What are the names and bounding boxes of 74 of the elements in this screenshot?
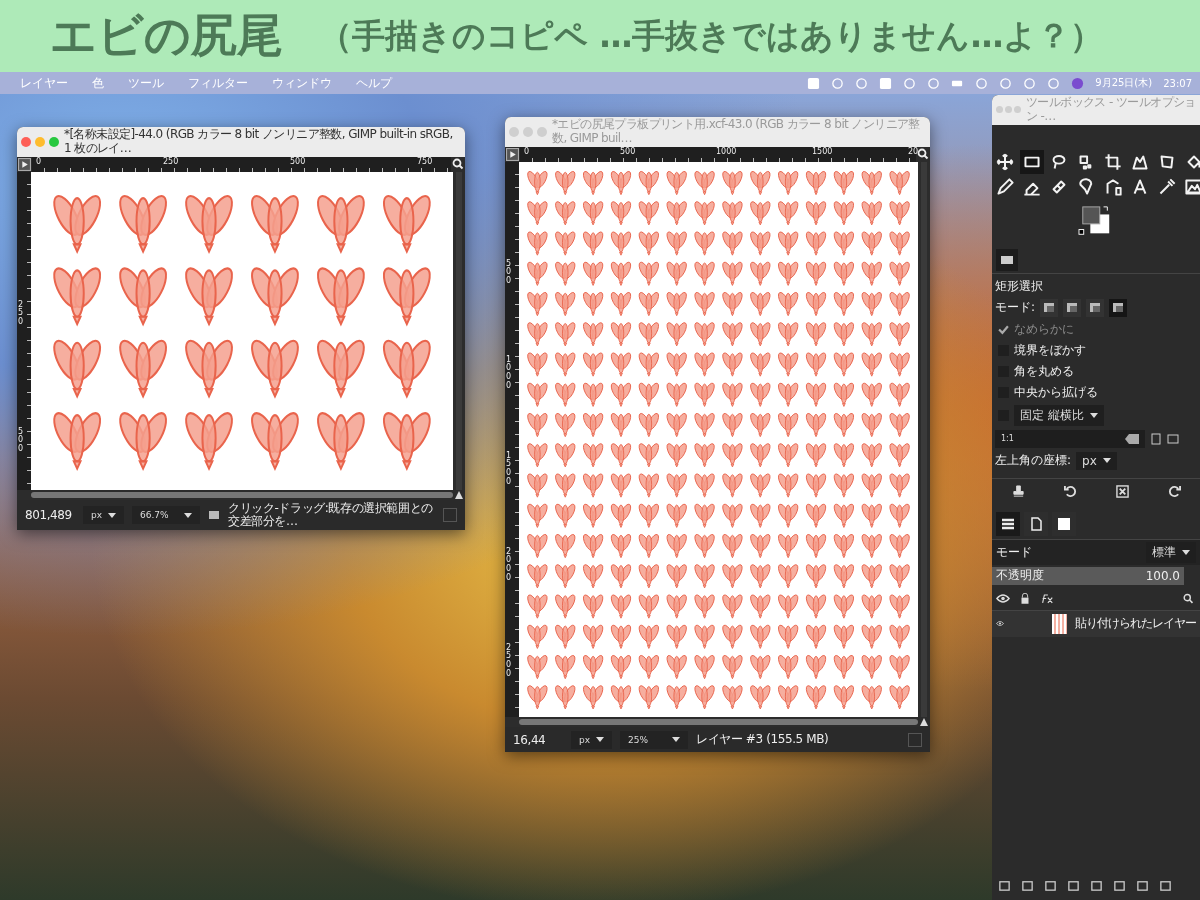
ruler-label: 500 [506, 259, 513, 286]
orb-icon[interactable] [1071, 76, 1085, 90]
selection-mode-icon[interactable] [1063, 298, 1082, 317]
selection-mode-icon[interactable] [1086, 298, 1105, 317]
vertical-scrollbar[interactable] [453, 171, 465, 490]
mode-label: モード: [995, 299, 1036, 317]
unit-dropdown[interactable]: px [1076, 451, 1117, 470]
banner-subtitle: （手描きのコピペ …手抜きではありません…よ？） [319, 14, 1104, 57]
clear-icon[interactable] [1125, 433, 1139, 444]
ruler-label: 250 [163, 156, 179, 167]
layer-row[interactable]: 貼り付けられたレイヤー [992, 610, 1200, 637]
opacity-value: 100.0 [1145, 568, 1180, 583]
banner-title: エビの尻尾 [50, 7, 283, 64]
window-title: *[名称未設定]-44.0 (RGB カラー 8 bit ノンリニア整数, GIMP built-in sRGB, 1 枚のレイ… [64, 128, 454, 156]
triangle-icon[interactable] [453, 490, 465, 500]
window-title: ツールボックス - ツールオプション -… [1026, 96, 1196, 124]
zoom-dropdown[interactable]: 25% [620, 730, 689, 749]
landscape-icon[interactable] [1167, 432, 1179, 445]
ruler-label: 1500 [812, 146, 833, 157]
horizontal-scrollbar[interactable] [519, 719, 918, 725]
ruler-label: 1000 [506, 355, 513, 391]
effects-icon[interactable] [1040, 592, 1054, 604]
close-button[interactable] [21, 136, 31, 147]
layer-mode-dropdown[interactable]: 標準 [1146, 541, 1196, 563]
vertical-scrollbar[interactable] [918, 161, 930, 717]
fixed-dropdown[interactable]: 固定 縦横比 [1014, 404, 1104, 426]
ruler-label: 500 [18, 427, 25, 454]
menu-arrow-button[interactable] [506, 147, 519, 161]
save-stamp-icon[interactable] [1011, 484, 1025, 498]
checkbox-label: 境界をぼかす [1014, 341, 1086, 359]
layer-mode-label: モード [996, 543, 1032, 561]
ruler-label: 1500 [506, 451, 513, 487]
ruler-label: 1000 [716, 146, 737, 157]
tool-options-title: 矩形選択 [995, 277, 1044, 295]
portrait-icon[interactable] [1150, 432, 1162, 445]
layers-stack-icon[interactable] [996, 511, 1020, 536]
checkbox-label: 角を丸める [1014, 362, 1074, 380]
layer-thumbnail [1052, 613, 1067, 634]
opacity-slider[interactable]: 不透明度 100.0 [992, 566, 1184, 585]
eye-icon[interactable] [996, 592, 1010, 604]
undo-arrow-icon[interactable] [1063, 484, 1077, 498]
pointer-coordinates: 801,489 [25, 508, 73, 522]
position-label: 左上角の座標: [995, 452, 1072, 470]
rectangle-select-icon[interactable] [996, 248, 1018, 271]
selection-mode-icon[interactable] [1040, 298, 1059, 317]
zoom-dropdown[interactable]: 66.7% [132, 506, 201, 524]
delete-x-icon[interactable] [1115, 484, 1129, 498]
ratio-field[interactable]: 1:1 [995, 429, 1145, 448]
horizontal-scrollbar[interactable] [31, 492, 453, 498]
ruler-label: 2000 [506, 547, 513, 583]
pointer-coordinates: 16,44 [513, 732, 547, 747]
status-message: レイヤー #3 (155.5 MB) [696, 732, 830, 747]
ruler-label: 0 [36, 156, 42, 167]
checkbox-label: なめらかに [1014, 320, 1074, 338]
status-message: クリック-ドラッグ:既存の選択範囲との交差部分を… [228, 501, 434, 529]
ruler-label: 0 [524, 146, 530, 157]
ruler-label: 250 [18, 300, 25, 327]
ruler-label: 500 [620, 146, 636, 157]
triangle-icon[interactable] [918, 717, 930, 727]
menu-arrow-button[interactable] [18, 157, 31, 171]
ruler-label: 750 [417, 156, 433, 167]
rectangle-select-icon[interactable] [1020, 149, 1044, 174]
layer-name: 貼り付けられたレイヤー [1075, 615, 1196, 633]
unit-dropdown[interactable]: px [83, 506, 125, 524]
ruler-label: 20 [908, 146, 919, 157]
window-title: *エビの尻尾プラ板プリント用.xcf-43.0 (RGB カラー 8 bit ノンリニア整数, GIMP buil… [552, 118, 921, 146]
ruler-label: 500 [290, 156, 306, 167]
checkbox-label: 中央から拡げる [1014, 383, 1098, 401]
selection-mode-icon[interactable] [1109, 298, 1128, 317]
opacity-label: 不透明度 [996, 567, 1044, 585]
reset-arrow-icon[interactable] [1167, 484, 1181, 498]
ruler-label: 2500 [506, 643, 513, 679]
screen-icon[interactable] [208, 510, 221, 520]
unit-dropdown[interactable]: px [571, 730, 613, 749]
